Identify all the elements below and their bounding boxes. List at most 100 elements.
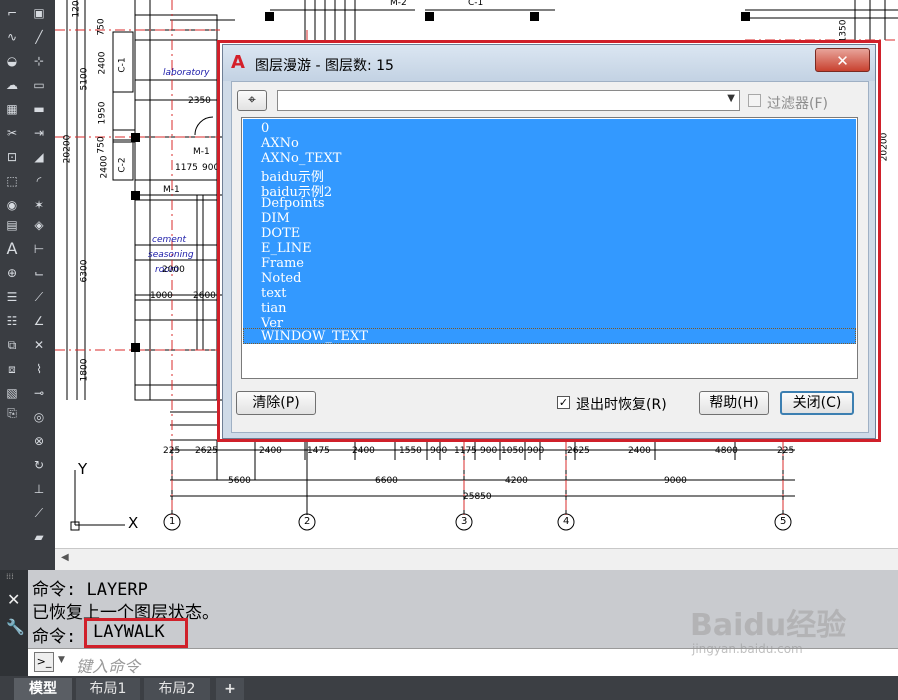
cloud-icon[interactable]: ☁ xyxy=(3,76,21,94)
dim-label: 5600 xyxy=(228,476,251,486)
layer-iso-icon[interactable]: ⧉ xyxy=(3,336,21,354)
leader-icon[interactable]: ⟋ xyxy=(30,504,48,522)
layer-prev-icon[interactable]: ☷ xyxy=(3,312,21,330)
dim-label: 900 xyxy=(480,446,498,456)
left-toolbar: ⌐ ▣ ∿ ╱ ◒ ⊹ ☁ ▭ ▦ ▬ ✂ ⇥ ⊡ ◢ ⬚ ◜ ◉ ✶ ▤ ◈ … xyxy=(0,0,55,570)
chamfer-icon[interactable]: ◢ xyxy=(30,148,48,166)
add-selected-icon[interactable]: ⊕ xyxy=(3,264,21,282)
dim-angle-icon[interactable]: ∠ xyxy=(30,312,48,330)
update-dim-icon[interactable]: ▰ xyxy=(30,528,48,546)
extend-icon[interactable]: ⇥ xyxy=(30,124,48,142)
dim-baseline-icon[interactable]: ⌇ xyxy=(30,360,48,378)
dim-label: 1950 xyxy=(97,101,108,125)
command-history-line: 命令: LAYERP xyxy=(32,580,148,600)
dim-label: 2400 xyxy=(99,155,110,179)
close-dialog-button[interactable]: 关闭(C) xyxy=(780,391,854,415)
3d-icon[interactable]: ◈ xyxy=(30,216,48,234)
restore-on-exit-checkbox[interactable]: ✓ xyxy=(557,396,570,409)
dim-label: 2400 xyxy=(97,51,108,75)
dim-continue-icon[interactable]: ⊸ xyxy=(30,384,48,402)
select-icon[interactable]: ▣ xyxy=(30,4,48,22)
dim-linear-icon[interactable]: ⊢ xyxy=(30,240,48,258)
dim-label: 900 xyxy=(527,446,545,456)
close-icon[interactable]: ✕ xyxy=(7,590,20,609)
dialog-close-button[interactable]: ✕ xyxy=(815,48,870,72)
layers-icon[interactable]: ☰ xyxy=(3,288,21,306)
explode-icon[interactable]: ✶ xyxy=(30,196,48,214)
dim-label: 4200 xyxy=(505,476,528,486)
room-label: laboratory xyxy=(163,68,210,78)
scale-icon[interactable]: ⊡ xyxy=(3,148,21,166)
command-prompt-icon[interactable]: >_ xyxy=(34,652,54,672)
add-layout-button[interactable]: + xyxy=(216,678,244,700)
autocad-logo-icon: A xyxy=(231,52,245,73)
rectangle-icon[interactable]: ▭ xyxy=(30,76,48,94)
ellipse-icon[interactable]: ◒ xyxy=(3,52,21,70)
dim-radius-icon[interactable]: ⟋ xyxy=(30,288,48,306)
line-icon[interactable]: ╱ xyxy=(30,28,48,46)
layer-item[interactable]: AXNo xyxy=(261,136,299,151)
layer-item[interactable]: DOTE xyxy=(261,226,300,241)
fillet-icon[interactable]: ◜ xyxy=(30,172,48,190)
dropdown-arrow-icon[interactable]: ▼ xyxy=(727,93,735,104)
grip-icon[interactable]: ⁞⁞⁞ xyxy=(6,572,14,581)
layer-item[interactable]: Defpoints xyxy=(261,196,325,211)
match-icon[interactable]: ▧ xyxy=(3,384,21,402)
door-label: M-1 xyxy=(193,147,210,157)
layer-item[interactable]: Frame xyxy=(261,256,304,271)
dim-label: 120 xyxy=(71,0,82,18)
crosshair-icon: ⌖ xyxy=(248,92,256,108)
center-mark-icon[interactable]: ◎ xyxy=(30,408,48,426)
layer-item[interactable]: DIM xyxy=(261,211,290,226)
tab-model[interactable]: 模型 xyxy=(14,678,72,700)
layer-item[interactable]: text xyxy=(261,286,286,301)
tab-layout1[interactable]: 布局1 xyxy=(76,678,140,700)
layer-item[interactable]: E_LINE xyxy=(261,241,312,256)
dim-label: 750 xyxy=(96,18,107,36)
layer-item[interactable]: AXNo_TEXT xyxy=(261,151,341,166)
wrench-icon[interactable]: 🔧 xyxy=(6,618,25,636)
rotate-icon[interactable]: ↻ xyxy=(30,456,48,474)
tab-layout2[interactable]: 布局2 xyxy=(144,678,210,700)
command-input[interactable]: 键入命令 xyxy=(76,653,140,677)
table-icon[interactable]: ▤ xyxy=(3,216,21,234)
dim-label: 2600 xyxy=(193,291,216,301)
region-icon[interactable]: ◉ xyxy=(3,196,21,214)
filter-combobox[interactable]: ▼ xyxy=(277,90,740,111)
help-button[interactable]: 帮助(H) xyxy=(699,391,769,415)
block-icon[interactable]: ▦ xyxy=(3,100,21,118)
layer-item[interactable]: Noted xyxy=(261,271,301,286)
rectangle2-icon[interactable]: ▬ xyxy=(30,100,48,118)
spline-icon[interactable]: ∿ xyxy=(3,28,21,46)
select-objects-button[interactable]: ⌖ xyxy=(237,90,267,111)
stretch-icon[interactable]: ⬚ xyxy=(3,172,21,190)
dim-aligned-icon[interactable]: ⌙ xyxy=(30,264,48,282)
clear-button[interactable]: 清除(P) xyxy=(236,391,316,415)
xline-icon[interactable]: ⊹ xyxy=(30,52,48,70)
dim-label: 4800 xyxy=(715,446,738,456)
layer-item[interactable]: 0 xyxy=(261,121,269,136)
dim-label: 1550 xyxy=(399,446,422,456)
layer-item[interactable]: tian xyxy=(261,301,287,316)
scroll-left-icon[interactable]: ◀ xyxy=(61,552,69,563)
dim-label: 1175 xyxy=(454,446,477,456)
dialog-title: 图层漫游 - 图层数: 15 xyxy=(255,58,394,74)
text-icon[interactable]: A xyxy=(3,240,21,258)
filter-checkbox[interactable] xyxy=(748,94,761,107)
layer-listbox[interactable]: 0 AXNo AXNo_TEXT baidu示例 baidu示例2 Defpoi… xyxy=(241,117,858,379)
dialog-title-bar[interactable]: A 图层漫游 - 图层数: 15 ✕ xyxy=(223,45,875,81)
polyline-icon[interactable]: ⌐ xyxy=(3,4,21,22)
tolerance-icon[interactable]: ⊗ xyxy=(30,432,48,450)
axis-label: 2 xyxy=(304,516,311,527)
dim-ordinate-icon[interactable]: ✕ xyxy=(30,336,48,354)
layer-item[interactable]: WINDOW_TEXT xyxy=(261,329,368,344)
quick-dim-icon[interactable]: ⊥ xyxy=(30,480,48,498)
window-label: C-2 xyxy=(117,157,128,173)
dim-label: 6600 xyxy=(375,476,398,486)
copy-icon[interactable]: ⎘ xyxy=(3,404,21,422)
horizontal-scrollbar[interactable]: ◀ xyxy=(55,548,898,571)
layer-walk-icon[interactable]: ⧈ xyxy=(3,360,21,378)
door-label: M-2 xyxy=(390,0,407,8)
chevron-down-icon[interactable]: ▼ xyxy=(58,655,65,665)
trim-icon[interactable]: ✂ xyxy=(3,124,21,142)
